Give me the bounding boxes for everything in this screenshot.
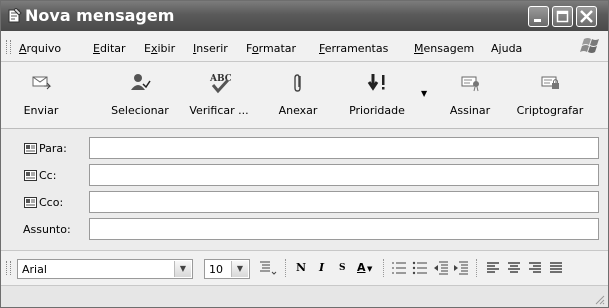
paperclip-icon (294, 74, 301, 92)
numbered-list-icon[interactable] (391, 261, 407, 275)
menu-bar: Arquivo Editar Exibir Inserir Formatar F… (1, 31, 608, 62)
resize-grip-icon[interactable] (593, 293, 605, 305)
encrypt-button[interactable]: Criptografar (509, 62, 591, 128)
bcc-input[interactable] (89, 191, 599, 213)
subject-row: Assunto: (1, 218, 608, 242)
menu-formatar[interactable]: Formatar (246, 42, 296, 55)
cc-input[interactable] (89, 164, 599, 186)
menu-arquivo[interactable]: Arquivo (19, 42, 61, 55)
sign-button[interactable]: Assinar (443, 62, 497, 128)
spellcheck-icon: ABC (209, 74, 231, 94)
check-label: Verificar ... (189, 104, 249, 117)
minimize-button[interactable] (528, 6, 549, 27)
priority-label: Prioridade (349, 104, 405, 117)
to-field-label[interactable]: Para: (24, 142, 67, 155)
to-input[interactable] (89, 137, 599, 159)
windows-logo-icon (580, 38, 599, 53)
font-size-select[interactable]: 10 ▼ (204, 259, 250, 279)
encrypt-label: Criptografar (516, 104, 584, 117)
message-window: Nova mensagem Arquivo Editar Exibir Inse… (0, 0, 609, 308)
bcc-label-text: Cco: (39, 196, 64, 209)
digital-sign-icon (461, 76, 479, 92)
new-message-icon (8, 8, 22, 23)
chevron-down-icon: ▼ (174, 261, 191, 277)
address-fields: Para: Cc: Cco: Assunto: (1, 129, 608, 247)
justify-icon[interactable] (548, 261, 564, 275)
attach-label: Anexar (278, 104, 318, 117)
decrease-indent-icon[interactable] (433, 261, 449, 275)
menu-grip[interactable] (6, 40, 11, 54)
menu-editar[interactable]: Editar (93, 42, 126, 55)
priority-dropdown-arrow-icon[interactable]: ▼ (421, 89, 427, 98)
cc-label-text: Cc: (39, 169, 57, 182)
check-spelling-button[interactable]: ABC Verificar ... (183, 62, 255, 128)
chevron-down-icon: ▼ (231, 261, 248, 277)
contacts-card-icon (24, 197, 37, 208)
contacts-card-icon (24, 143, 37, 154)
send-label: Enviar (23, 104, 59, 117)
menu-ajuda[interactable]: Ajuda (491, 42, 522, 55)
maximize-button[interactable] (552, 6, 573, 27)
italic-button[interactable]: I (319, 261, 324, 274)
priority-button[interactable]: Prioridade (341, 62, 413, 128)
bold-button[interactable]: N (296, 261, 306, 274)
to-row: Para: (1, 137, 608, 161)
contacts-card-icon (24, 170, 37, 181)
bcc-field-label[interactable]: Cco: (24, 196, 63, 209)
encrypt-lock-icon (541, 76, 559, 89)
align-right-icon[interactable] (527, 261, 543, 275)
chevron-down-icon[interactable]: ▼ (367, 265, 372, 273)
underline-button[interactable]: S (339, 263, 346, 273)
increase-indent-icon[interactable] (453, 261, 469, 275)
close-button[interactable] (576, 6, 597, 27)
font-select[interactable]: Arial ▼ (17, 259, 193, 279)
toolbar-separator (476, 259, 478, 277)
window-title: Nova mensagem (25, 6, 175, 25)
address-book-icon (131, 74, 151, 90)
priority-icon (367, 74, 385, 91)
format-grip[interactable] (6, 261, 11, 275)
align-center-icon[interactable] (506, 261, 522, 275)
font-value: Arial (22, 263, 47, 276)
formatting-bar: Arial ▼ 10 ▼ N I S A ▼ (1, 250, 608, 286)
status-bar (1, 286, 608, 307)
menu-ferramentas[interactable]: Ferramentas (319, 42, 388, 55)
attach-button[interactable]: Anexar (271, 62, 325, 128)
send-icon (32, 76, 52, 90)
sign-label: Assinar (449, 104, 491, 117)
menu-inserir[interactable]: Inserir (193, 42, 228, 55)
subject-label: Assunto: (23, 223, 71, 236)
select-label: Selecionar (111, 104, 169, 117)
title-bar[interactable]: Nova mensagem (1, 1, 608, 31)
bcc-row: Cco: (1, 191, 608, 215)
bulleted-list-icon[interactable] (412, 261, 428, 275)
to-label-text: Para: (39, 142, 67, 155)
cc-field-label[interactable]: Cc: (24, 169, 56, 182)
toolbar-separator (383, 259, 385, 277)
menu-exibir[interactable]: Exibir (144, 42, 175, 55)
menu-mensagem[interactable]: Mensagem (414, 42, 474, 55)
select-recipients-button[interactable]: Selecionar (103, 62, 177, 128)
align-left-icon[interactable] (485, 261, 501, 275)
font-size-value: 10 (209, 263, 223, 276)
subject-input[interactable] (89, 218, 599, 240)
paragraph-style-icon[interactable] (258, 259, 278, 277)
toolbar: Enviar Selecionar ABC Verificar ... Anex… (1, 62, 608, 129)
send-button[interactable]: Enviar (11, 62, 71, 128)
cc-row: Cc: (1, 164, 608, 188)
toolbar-separator (285, 259, 287, 277)
font-color-button[interactable]: A (357, 261, 366, 274)
